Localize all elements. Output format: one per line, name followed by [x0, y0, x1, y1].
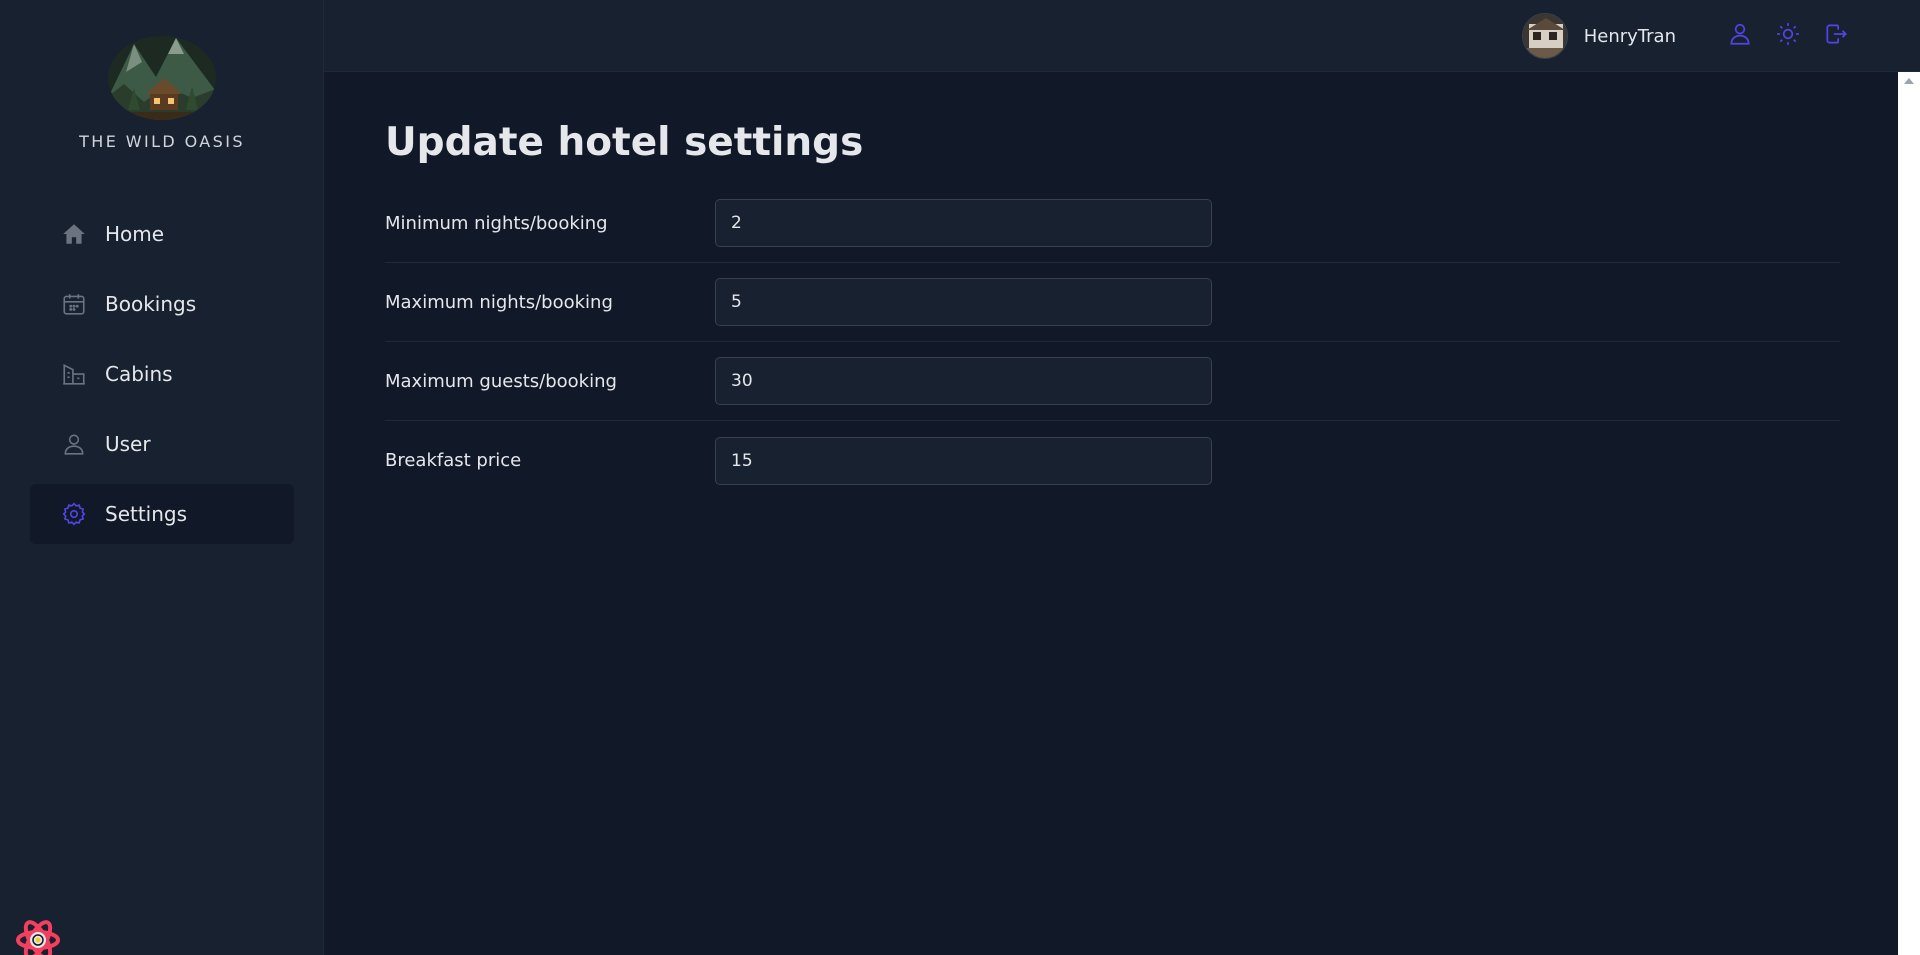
sidebar-item-label: Settings	[105, 502, 188, 526]
sidebar-item-label: Cabins	[105, 362, 173, 386]
page-title: Update hotel settings	[385, 120, 864, 165]
max-guests-input[interactable]	[715, 357, 1212, 405]
header-user-area: HenryTran	[1521, 12, 1856, 60]
sidebar-item-bookings[interactable]: Bookings	[30, 274, 294, 334]
user-icon	[1727, 21, 1753, 51]
min-nights-label: Minimum nights/booking	[385, 212, 608, 234]
sidebar-item-home[interactable]: Home	[30, 204, 294, 264]
sidebar-item-label: Home	[105, 222, 165, 246]
breakfast-price-label: Breakfast price	[385, 450, 522, 471]
sidebar-item-cabins[interactable]: Cabins	[30, 344, 294, 404]
react-devtools-icon[interactable]	[14, 916, 62, 955]
max-nights-label: Maximum nights/booking	[385, 291, 613, 313]
gear-icon	[60, 500, 88, 528]
sidebar-item-label: User	[105, 432, 151, 456]
logo[interactable]: THE WILD OASIS	[0, 32, 324, 151]
form-row-max-nights: Maximum nights/booking	[385, 263, 1840, 342]
home-icon	[60, 220, 88, 248]
logout-button[interactable]	[1816, 16, 1856, 56]
theme-toggle-button[interactable]	[1768, 16, 1808, 56]
account-button[interactable]	[1720, 16, 1760, 56]
sidebar-item-label: Bookings	[105, 292, 197, 316]
user-name: HenryTran	[1583, 25, 1676, 47]
sidebar-item-user[interactable]: User	[30, 414, 294, 474]
vertical-scrollbar[interactable]	[1898, 72, 1920, 955]
sun-icon	[1775, 21, 1801, 51]
app-root: THE WILD OASIS Home Bookings Cabins User…	[0, 0, 1920, 955]
form-row-max-guests: Maximum guests/booking	[385, 342, 1840, 421]
brand-name: THE WILD OASIS	[79, 132, 245, 151]
main-content: Update hotel settings Minimum nights/boo…	[324, 72, 1898, 955]
avatar[interactable]	[1521, 13, 1568, 59]
top-header: HenryTran	[324, 0, 1920, 72]
calendar-icon	[60, 290, 88, 318]
max-nights-input[interactable]	[715, 278, 1212, 326]
breakfast-price-input[interactable]	[715, 436, 1212, 485]
mountain-cabin-logo-icon	[108, 36, 216, 120]
max-guests-label: Maximum guests/booking	[385, 370, 617, 392]
sidebar-nav: Home Bookings Cabins User Settings	[30, 204, 294, 554]
building-icon	[60, 360, 88, 388]
form-row-min-nights: Minimum nights/booking	[385, 184, 1840, 263]
sidebar-item-settings[interactable]: Settings	[30, 484, 294, 544]
logout-icon	[1823, 21, 1849, 51]
scroll-up-arrow-icon[interactable]	[1904, 78, 1914, 84]
min-nights-input[interactable]	[715, 199, 1212, 247]
form-row-breakfast-price: Breakfast price	[385, 421, 1840, 500]
user-icon	[60, 430, 88, 458]
settings-form: Minimum nights/booking Maximum nights/bo…	[385, 184, 1840, 500]
sidebar: THE WILD OASIS Home Bookings Cabins User…	[0, 0, 324, 955]
